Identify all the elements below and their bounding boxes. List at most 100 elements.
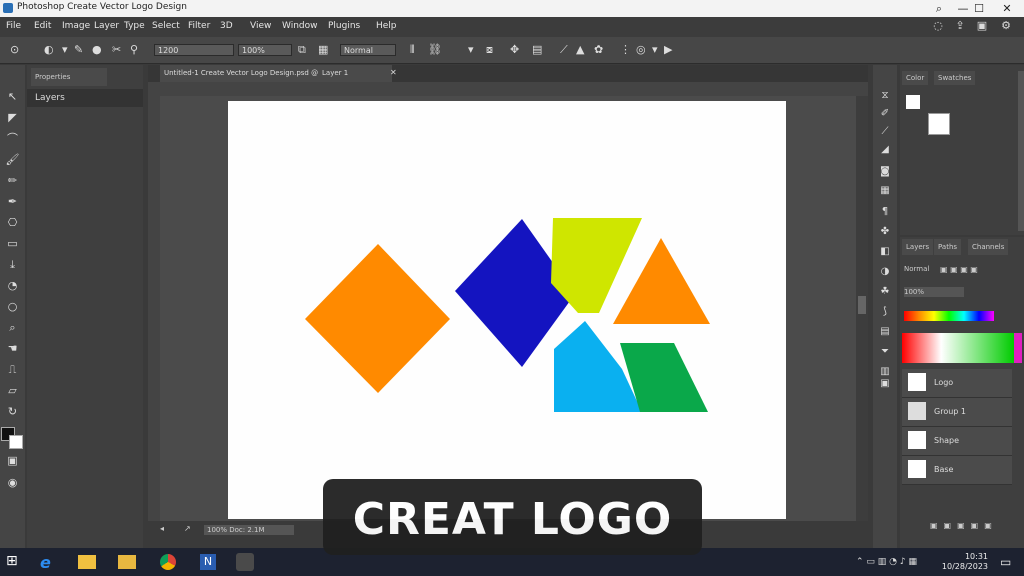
chrome-icon[interactable] (160, 554, 176, 570)
menu-view[interactable]: View (250, 21, 271, 31)
hand-tool-icon[interactable]: ☚ (5, 341, 20, 356)
swatch-icon[interactable]: ◧ (878, 245, 892, 259)
paths-icon[interactable]: ⟆ (878, 305, 892, 319)
menu-help[interactable]: Help (376, 21, 397, 31)
tab-paths[interactable]: Paths (934, 239, 962, 255)
path-icon[interactable]: ⟋ (560, 43, 568, 57)
gear-icon[interactable]: ✿ (594, 43, 603, 56)
background-color-swatch[interactable] (9, 435, 23, 449)
color-gradient-picker[interactable] (902, 333, 1014, 363)
menu-edit[interactable]: Edit (34, 21, 51, 31)
frame-icon[interactable]: ▤ (532, 43, 542, 56)
pen-tool-icon[interactable]: ✒ (5, 194, 20, 209)
chevron-down-icon[interactable]: ▾ (62, 43, 68, 56)
brush-tool-icon[interactable]: 🖌 (5, 152, 20, 167)
document-canvas[interactable] (228, 101, 786, 519)
stroke-icon[interactable]: ⟋ (878, 125, 892, 139)
paragraph-icon[interactable]: ¶ (878, 205, 892, 219)
eraser-icon[interactable]: ◢ (878, 143, 892, 157)
layer-row[interactable]: Shape (902, 427, 1012, 456)
notification-icon[interactable]: ▭ (1000, 555, 1011, 569)
shape-tool-icon[interactable]: ▱ (5, 383, 20, 398)
pen-icon[interactable]: ✎ (74, 43, 83, 56)
info-icon[interactable]: ⋮ (620, 43, 631, 56)
grid-icon[interactable]: ▦ (318, 43, 328, 56)
scroll-thumb[interactable] (858, 296, 866, 314)
dodge-tool-icon[interactable]: ◔ (5, 278, 20, 293)
chevron-down-icon[interactable]: ▾ (468, 43, 474, 56)
arrow-icon[interactable]: ↗ (184, 524, 191, 533)
align-icon[interactable]: ⫴ (410, 43, 415, 57)
foreground-swatch[interactable] (906, 95, 920, 109)
target-icon[interactable]: ◎ (636, 43, 646, 56)
panel-scrollbar[interactable] (1018, 71, 1024, 231)
link-icon[interactable]: ⛓ (428, 43, 442, 56)
layers-icon[interactable]: ⧉ (298, 43, 306, 57)
vertical-scrollbar[interactable] (856, 96, 868, 521)
share-icon[interactable]: ⇪ (952, 19, 968, 35)
layer-filter-icons[interactable]: ▣ ▣ ▣ ▣ (940, 265, 978, 274)
history-icon[interactable]: ⧖ (878, 89, 892, 103)
move-tool-icon[interactable]: ↖ (5, 89, 20, 104)
chevron-down-icon[interactable]: ▾ (652, 43, 658, 56)
adjustment-icon[interactable]: ◑ (878, 265, 892, 279)
pin-icon[interactable]: ⚲ (130, 43, 138, 56)
layer-icon[interactable]: ⧇ (486, 43, 493, 57)
clone-tool-icon[interactable]: ⎔ (5, 215, 20, 230)
layer-row[interactable]: Group 1 (902, 398, 1012, 427)
layer-row[interactable]: Base (902, 456, 1012, 485)
active-app-icon[interactable] (236, 553, 254, 571)
menu-window[interactable]: Window (282, 21, 318, 31)
tab-channels[interactable]: Channels (968, 239, 1009, 255)
tool-preset-icon[interactable]: ⊙ (10, 43, 19, 56)
tray-icons[interactable]: ⌃ ▭ ▥ ◔ ♪ ▦ (856, 557, 917, 567)
pencil-tool-icon[interactable]: ✏ (5, 173, 20, 188)
rect-tool-icon[interactable]: ▭ (5, 236, 20, 251)
timeline-icon[interactable]: ⏷ (878, 345, 892, 359)
brush-icon[interactable]: ◐ (44, 43, 54, 56)
mode-dropdown[interactable]: Normal (340, 44, 396, 56)
close-button[interactable]: ✕ (990, 0, 1024, 17)
menu-select[interactable]: Select (152, 21, 180, 31)
type-tool-icon[interactable]: ⎍ (5, 362, 20, 377)
brush-settings-icon[interactable]: ✐ (878, 107, 892, 121)
tab-document[interactable]: Untitled-1 Create Vector Logo Design.psd… (160, 65, 318, 82)
actions-icon[interactable]: ▤ (878, 325, 892, 339)
menu-filter[interactable]: Filter (188, 21, 210, 31)
tab-layer[interactable]: Layer 1 (318, 65, 392, 82)
blend-mode-select[interactable]: Normal (904, 265, 929, 273)
style-icon[interactable]: ☘ (878, 285, 892, 299)
circle-icon[interactable]: ● (92, 43, 102, 56)
play-icon[interactable]: ▶ (664, 43, 672, 56)
camera-icon[interactable]: ◙ (878, 165, 892, 179)
files-icon[interactable] (118, 555, 136, 569)
menu-file[interactable]: File (6, 21, 21, 31)
opacity-field[interactable]: 100% (904, 287, 964, 297)
screen-mode-icon[interactable]: ◉ (5, 475, 20, 490)
background-swatch[interactable] (928, 113, 950, 135)
clock[interactable]: 10:31 10/28/2023 (942, 552, 988, 572)
cloud-icon[interactable]: ◌ (930, 19, 946, 35)
select-tool-icon[interactable]: ◤ (5, 110, 20, 125)
edge-icon[interactable]: e (40, 553, 60, 572)
workspace-icon[interactable]: ▣ (974, 19, 990, 35)
tab-layers[interactable]: Layers (902, 239, 934, 255)
scissors-icon[interactable]: ✂ (112, 43, 121, 56)
windows-start-icon[interactable]: ⊞ (6, 553, 26, 571)
tab-color[interactable]: Color (902, 71, 929, 85)
zoom-tool-icon[interactable]: ⌕ (5, 320, 20, 335)
menu-plugins[interactable]: Plugins (328, 21, 360, 31)
settings-icon[interactable]: ⚙ (998, 19, 1014, 35)
layer-actions[interactable]: ▣▣▣▣▣ (930, 521, 998, 530)
grid-panel-icon[interactable]: ▦ (878, 184, 892, 198)
menu-type[interactable]: Type (124, 21, 145, 31)
info-panel-icon[interactable]: ▣ (878, 377, 892, 391)
orange-diamond[interactable] (305, 244, 450, 393)
menu-image[interactable]: Image (62, 21, 90, 31)
tag-icon[interactable]: ▲ (576, 43, 584, 56)
orange-triangle[interactable] (613, 238, 710, 324)
layer-row[interactable]: Logo (902, 369, 1012, 398)
preset-dropdown[interactable]: 1200 (154, 44, 234, 56)
glyph-icon[interactable]: ✤ (878, 225, 892, 239)
close-tab-icon[interactable]: ✕ (390, 68, 397, 77)
